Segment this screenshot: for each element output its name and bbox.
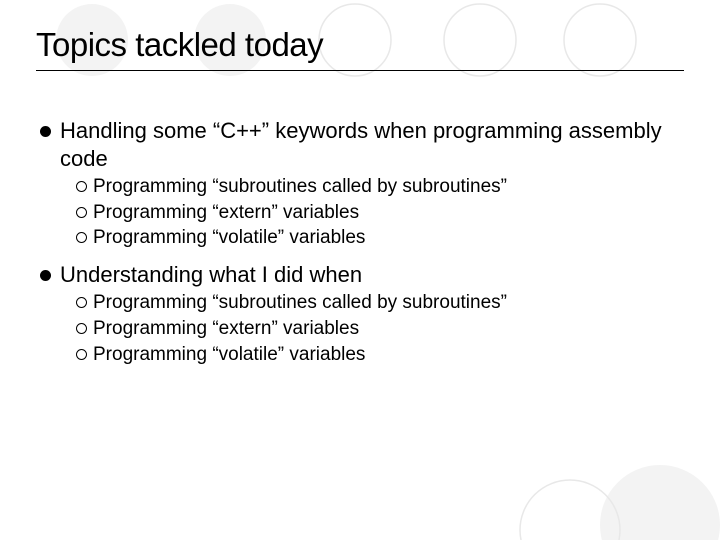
sub-list-item: Programming “extern” variables — [76, 316, 684, 342]
sub-list-item: Programming “subroutines called by subro… — [76, 290, 684, 316]
list-item: Understanding what I did when — [40, 261, 684, 289]
title-underline — [36, 70, 684, 71]
sub-list-item: Programming “volatile” variables — [76, 225, 684, 251]
sub-list: Programming “subroutines called by subro… — [76, 174, 684, 251]
sub-list-item-text: Programming “volatile” variables — [93, 225, 365, 251]
list-item-text: Handling some “C++” keywords when progra… — [60, 117, 684, 172]
bullet-hollow-icon — [76, 323, 87, 334]
sub-list-item: Programming “extern” variables — [76, 200, 684, 226]
bullet-solid-icon — [40, 270, 51, 281]
page-title: Topics tackled today — [36, 26, 684, 64]
bullet-hollow-icon — [76, 181, 87, 192]
sub-list-item-text: Programming “subroutines called by subro… — [93, 174, 507, 200]
sub-list: Programming “subroutines called by subro… — [76, 290, 684, 367]
sub-list-item-text: Programming “extern” variables — [93, 200, 359, 226]
sub-list-item-text: Programming “extern” variables — [93, 316, 359, 342]
bullet-list: Handling some “C++” keywords when progra… — [36, 117, 684, 367]
sub-list-item-text: Programming “volatile” variables — [93, 342, 365, 368]
sub-list-item: Programming “volatile” variables — [76, 342, 684, 368]
bullet-hollow-icon — [76, 207, 87, 218]
bullet-hollow-icon — [76, 349, 87, 360]
list-item-text: Understanding what I did when — [60, 261, 684, 289]
bullet-hollow-icon — [76, 297, 87, 308]
list-item: Handling some “C++” keywords when progra… — [40, 117, 684, 172]
sub-list-item: Programming “subroutines called by subro… — [76, 174, 684, 200]
bullet-solid-icon — [40, 126, 51, 137]
sub-list-item-text: Programming “subroutines called by subro… — [93, 290, 507, 316]
bullet-hollow-icon — [76, 232, 87, 243]
